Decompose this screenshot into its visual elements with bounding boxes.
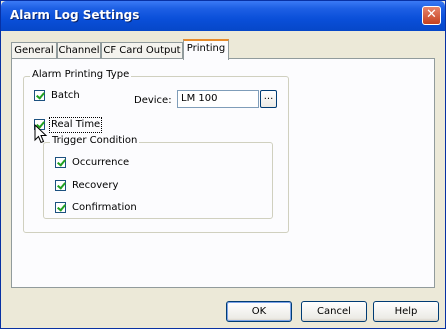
- mouse-pointer-icon: [34, 124, 48, 144]
- device-field[interactable]: LM 100: [177, 90, 259, 108]
- batch-label: Batch: [51, 90, 80, 101]
- recovery-label: Recovery: [72, 180, 119, 191]
- confirmation-label: Confirmation: [72, 202, 137, 213]
- tab-channel[interactable]: Channel: [57, 42, 101, 59]
- confirmation-check-icon: [55, 202, 66, 213]
- occurrence-label: Occurrence: [72, 157, 130, 168]
- tab-printing[interactable]: Printing: [183, 39, 229, 60]
- device-browse-button[interactable]: ...: [260, 90, 277, 108]
- real-time-label: Real Time: [49, 117, 103, 133]
- alarm-printing-type-label: Alarm Printing Type: [30, 69, 132, 80]
- batch-check-icon: [34, 90, 45, 101]
- window-title: Alarm Log Settings: [10, 8, 140, 22]
- trigger-condition-label: Trigger Condition: [50, 135, 140, 146]
- ok-button[interactable]: OK: [226, 301, 292, 322]
- device-label: Device:: [134, 95, 172, 106]
- close-button[interactable]: ✕: [422, 6, 441, 25]
- recovery-check-icon: [55, 180, 66, 191]
- tab-cf-card-output[interactable]: CF Card Output: [101, 42, 183, 59]
- dialog-window: Alarm Log Settings ✕ General Channel CF …: [0, 0, 446, 329]
- close-icon: ✕: [426, 7, 437, 22]
- help-button[interactable]: Help: [373, 301, 439, 322]
- occurrence-check-icon: [55, 157, 66, 168]
- title-bar[interactable]: Alarm Log Settings ✕: [1, 1, 445, 31]
- tab-general[interactable]: General: [11, 42, 57, 59]
- cancel-button[interactable]: Cancel: [301, 301, 367, 322]
